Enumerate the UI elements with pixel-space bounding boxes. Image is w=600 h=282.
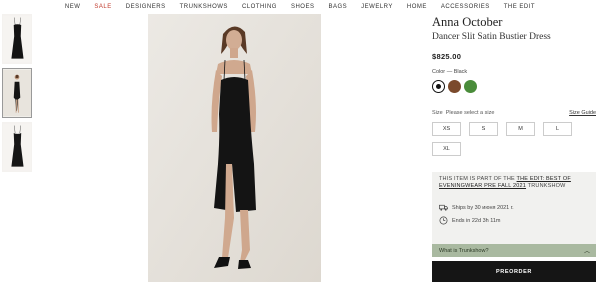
trunkshow-suffix: TRUNKSHOW bbox=[527, 183, 566, 189]
shipping-truck-icon bbox=[439, 204, 448, 211]
accordion-label: What is Trunkshow? bbox=[439, 247, 489, 254]
nav-item-sale[interactable]: SALE bbox=[94, 4, 111, 10]
ships-by-line: Ships by 30 июня 2021 г. bbox=[439, 203, 514, 212]
thumbnail-model[interactable] bbox=[2, 68, 32, 118]
what-is-trunkshow-accordion[interactable]: What is Trunkshow? ︿ bbox=[432, 244, 596, 257]
nav-item-clothing[interactable]: CLOTHING bbox=[242, 4, 277, 10]
model-in-dress-illustration bbox=[148, 14, 321, 282]
size-button-xs[interactable]: XS bbox=[432, 122, 461, 136]
nav-item-trunkshows[interactable]: TRUNKSHOWS bbox=[180, 4, 228, 10]
dress-back-thumbnail-image bbox=[3, 123, 31, 171]
ends-in-text: Ends in 22d 3h 11m bbox=[452, 217, 501, 224]
swatch-green[interactable] bbox=[464, 80, 477, 93]
swatch-brown[interactable] bbox=[448, 80, 461, 93]
ends-in-line: Ends in 22d 3h 11m bbox=[439, 216, 501, 225]
model-thumbnail-image bbox=[3, 69, 31, 117]
nav-item-accessories[interactable]: ACCESSORIES bbox=[441, 4, 490, 10]
product-details-panel: Anna October Dancer Slit Satin Bustier D… bbox=[432, 14, 596, 282]
color-label: Color — Black bbox=[432, 69, 467, 75]
thumbnail-dress-back[interactable] bbox=[2, 122, 32, 172]
color-swatches bbox=[432, 80, 477, 93]
color-label-text: Color bbox=[432, 69, 446, 75]
thumbnail-dress-front[interactable] bbox=[2, 14, 32, 64]
nav-item-jewelry[interactable]: JEWELRY bbox=[361, 4, 393, 10]
size-button-l[interactable]: L bbox=[543, 122, 572, 136]
nav-item-new[interactable]: NEW bbox=[65, 4, 81, 10]
size-label-text: Size bbox=[432, 110, 443, 116]
size-row: Size Please select a size Size Guide bbox=[432, 110, 596, 116]
size-button-s[interactable]: S bbox=[469, 122, 498, 136]
size-button-xl[interactable]: XL bbox=[432, 142, 461, 156]
main-product-image[interactable] bbox=[148, 14, 321, 282]
size-guide-link[interactable]: Size Guide bbox=[569, 110, 596, 116]
swatch-black[interactable] bbox=[432, 80, 445, 93]
preorder-button[interactable]: PREORDER bbox=[432, 261, 596, 282]
nav-item-designers[interactable]: DESIGNERS bbox=[126, 4, 166, 10]
chevron-up-icon: ︿ bbox=[583, 249, 590, 255]
size-button-m[interactable]: M bbox=[506, 122, 535, 136]
trunkshow-description: THIS ITEM IS PART OF THE THE EDIT: BEST … bbox=[439, 176, 591, 190]
dress-thumbnail-image bbox=[3, 15, 31, 63]
nav-item-bags[interactable]: BAGS bbox=[328, 4, 347, 10]
top-navigation: NEW SALE DESIGNERS TRUNKSHOWS CLOTHING S… bbox=[0, 0, 600, 14]
product-price: $825.00 bbox=[432, 52, 462, 61]
trunkshow-info-box: THIS ITEM IS PART OF THE THE EDIT: BEST … bbox=[432, 172, 596, 244]
ships-by-text: Ships by 30 июня 2021 г. bbox=[452, 204, 514, 211]
clock-icon bbox=[439, 216, 448, 225]
nav-item-shoes[interactable]: SHOES bbox=[291, 4, 315, 10]
nav-item-home[interactable]: HOME bbox=[407, 4, 427, 10]
selected-color: Black bbox=[453, 69, 468, 75]
size-label: Size Please select a size bbox=[432, 110, 494, 116]
size-prompt: Please select a size bbox=[445, 110, 495, 116]
color-dash: — bbox=[446, 69, 453, 75]
product-brand[interactable]: Anna October bbox=[432, 14, 596, 30]
trunkshow-intro: THIS ITEM IS PART OF THE bbox=[439, 176, 515, 182]
nav-item-the-edit[interactable]: THE EDIT bbox=[504, 4, 535, 10]
product-name: Dancer Slit Satin Bustier Dress bbox=[432, 32, 551, 42]
